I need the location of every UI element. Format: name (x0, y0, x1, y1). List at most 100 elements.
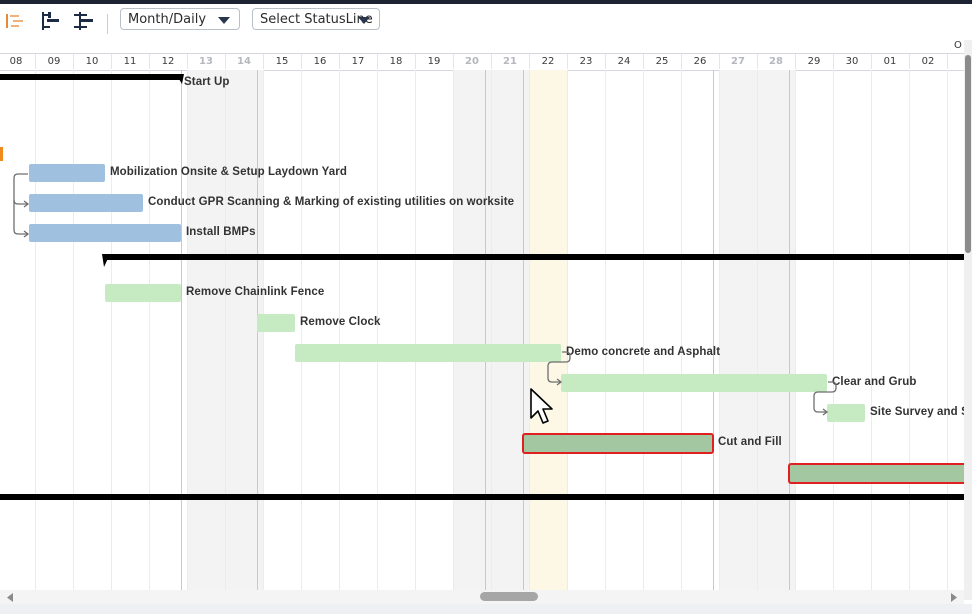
task-label-cut-and-fill: Cut and Fill (718, 436, 782, 448)
grid-line (795, 70, 796, 590)
dependency-connector (813, 381, 837, 416)
weekend-column (758, 70, 796, 590)
timeline-day: 08 (9, 56, 23, 67)
timeline-day: 23 (579, 56, 593, 67)
view-mode-value: Month/Daily (128, 12, 207, 27)
task-bar-gpr-scanning[interactable] (29, 194, 143, 212)
grid-line (301, 70, 302, 590)
timeline-day: 11 (123, 56, 137, 67)
task-label-remove-clock: Remove Clock (300, 316, 381, 328)
timeline-day: 10 (85, 56, 99, 67)
grid-line (833, 70, 834, 590)
timeline-day: 17 (351, 56, 365, 67)
grid-line (149, 70, 150, 590)
weekend-column (492, 70, 530, 590)
task-bar-mobilization[interactable] (29, 164, 105, 182)
toolbar: Month/Daily Select StatusLine (0, 4, 972, 40)
grid-line (909, 70, 910, 590)
timeline-day: 19 (427, 56, 441, 67)
timeline-day: 02 (921, 56, 935, 67)
summary-start-marker (102, 254, 110, 267)
view-mode-select[interactable]: Month/Daily (120, 8, 240, 30)
week-boundary-line (789, 70, 790, 590)
timeline-header: 08 09 10 11 12 13 14 15 16 17 18 19 20 21 22 23 24 25 26 27… (0, 53, 964, 71)
grid-line (947, 70, 948, 590)
grid-line (605, 70, 606, 590)
timeline-day: 27 (731, 56, 745, 67)
timeline-day: 16 (313, 56, 327, 67)
timeline-day: 29 (807, 56, 821, 67)
grid-line (415, 70, 416, 590)
toolbar-separator (107, 14, 108, 34)
week-boundary-line (523, 70, 524, 590)
weekend-column (454, 70, 492, 590)
grid-line (73, 70, 74, 590)
summary-bar-bottom[interactable] (0, 494, 964, 500)
task-label-demo-concrete: Demo concrete and Asphalt (566, 346, 721, 358)
timeline-day: 26 (693, 56, 707, 67)
timeline-day: 01 (883, 56, 897, 67)
grid-line (567, 70, 568, 590)
timeline-day: 13 (199, 56, 213, 67)
task-bar-clear-and-grub[interactable] (561, 374, 827, 392)
chevron-down-icon (218, 17, 230, 24)
header-day-separator (947, 54, 948, 69)
indent-tree-icon[interactable] (40, 11, 62, 31)
task-label-start-up: Start Up (184, 76, 230, 88)
task-bar-demo-concrete[interactable] (295, 344, 561, 362)
grid-line (339, 70, 340, 590)
task-bar-install-bmps[interactable] (29, 224, 181, 242)
task-label-remove-chainlink-fence: Remove Chainlink Fence (186, 286, 325, 298)
task-label-mobilization: Mobilization Onsite & Setup Laydown Yard (110, 166, 348, 178)
timeline-day: 28 (769, 56, 783, 67)
task-label-install-bmps: Install BMPs (186, 226, 256, 238)
timeline-day: 15 (275, 56, 289, 67)
timeline-day: 18 (389, 56, 403, 67)
timeline-day: 30 (845, 56, 859, 67)
horizontal-scroll-thumb[interactable] (480, 592, 538, 601)
timeline-day: 20 (465, 56, 479, 67)
grid-line (35, 70, 36, 590)
timeline-day: 14 (237, 56, 251, 67)
week-boundary-line (181, 70, 182, 590)
status-line-value: Select StatusLine (260, 12, 373, 27)
grid-line (377, 70, 378, 590)
task-label-site-survey: Site Survey and S (870, 406, 964, 418)
task-bar-cut-and-fill[interactable] (522, 433, 714, 454)
scroll-left-icon[interactable] (6, 593, 14, 602)
gantt-logo-icon[interactable] (5, 11, 27, 31)
timeline-day: 24 (617, 56, 631, 67)
task-bar-remove-clock[interactable] (257, 314, 295, 332)
timeline-day: 21 (503, 56, 517, 67)
grid-line (643, 70, 644, 590)
grid-line (681, 70, 682, 590)
summary-end-marker (176, 74, 184, 84)
week-boundary-line (485, 70, 486, 590)
week-boundary-line (713, 70, 714, 590)
timeline-day: 09 (47, 56, 61, 67)
chevron-down-icon (358, 17, 370, 24)
task-label-gpr-scanning: Conduct GPR Scanning & Marking of existi… (148, 196, 515, 208)
grid-line (871, 70, 872, 590)
dependency-connector (13, 173, 30, 238)
mouse-cursor-icon (530, 388, 553, 424)
row-indicator-marker (0, 147, 3, 161)
today-column (530, 70, 568, 590)
dependency-connector (547, 351, 571, 386)
weekend-column (720, 70, 758, 590)
timeline-day: 12 (161, 56, 175, 67)
header-right-glyph: O (954, 40, 962, 51)
timeline-day: 22 (541, 56, 555, 67)
task-bar-remove-chainlink-fence[interactable] (105, 284, 181, 302)
bottom-bar (0, 604, 972, 614)
vertical-scroll-thumb[interactable] (965, 55, 971, 253)
grid-line (111, 70, 112, 590)
scroll-right-icon[interactable] (950, 593, 958, 602)
summary-bar-start-up[interactable] (0, 74, 182, 80)
gantt-chart: Start Up Mobilization Onsite & Setup Lay… (0, 70, 964, 590)
outdent-tree-icon[interactable] (73, 11, 95, 31)
summary-bar-phase-2[interactable] (104, 254, 964, 260)
timeline-day: 25 (655, 56, 669, 67)
status-line-select[interactable]: Select StatusLine (252, 8, 380, 30)
task-bar-critical-next[interactable] (788, 463, 964, 484)
